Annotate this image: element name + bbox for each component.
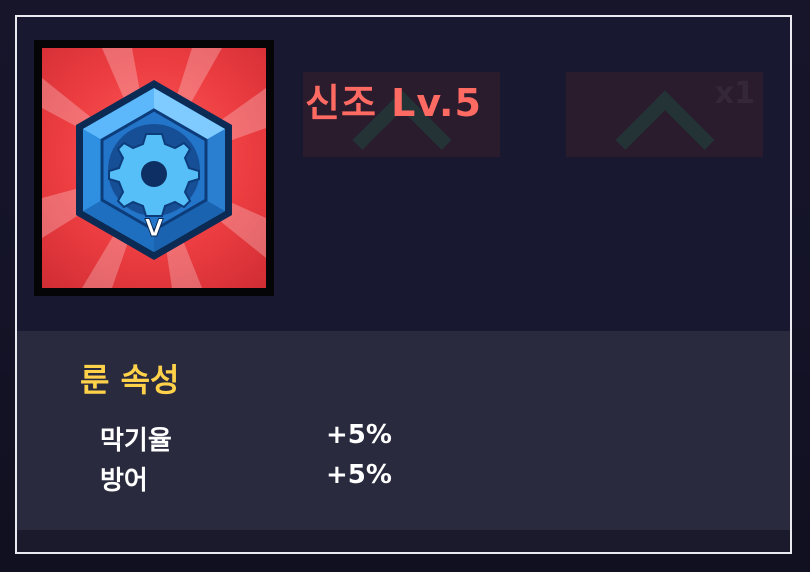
attributes-title: 룬 속성 [80,361,180,399]
grade-letter: V [145,214,164,242]
gear-gem-icon: V [42,48,266,288]
chevron-up-icon [615,90,714,157]
stat-row: 막기율 +5% [100,420,420,456]
panel-footer [17,530,790,552]
card-count: x1 [714,76,755,111]
stat-name: 방어 [100,466,148,496]
stat-row: 방어 +5% [100,460,420,496]
background-card: x1 [566,72,763,157]
rune-icon: V [42,48,266,288]
stat-value: +5% [326,420,392,450]
rune-title: 신조 Lv.5 [305,81,482,125]
stat-name: 막기율 [100,426,172,456]
stat-value: +5% [326,460,392,490]
